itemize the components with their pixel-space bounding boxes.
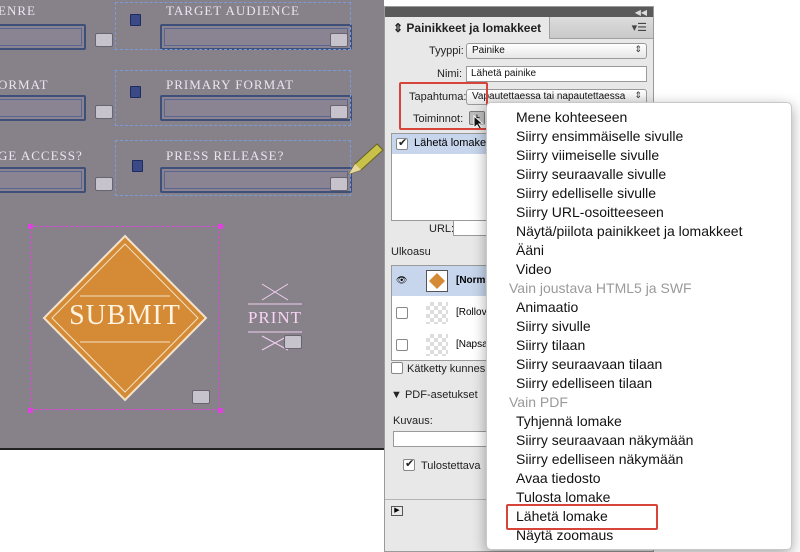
menu-item[interactable]: Siirry URL-osoitteeseen	[516, 203, 664, 222]
actions-dropdown-menu[interactable]: Mene kohteeseen Siirry ensimmäiselle siv…	[486, 102, 792, 550]
highlight-box	[506, 504, 658, 530]
triangle-down-icon: ▼	[391, 389, 402, 401]
menu-section-header: Vain joustava HTML5 ja SWF	[509, 280, 692, 296]
menu-item[interactable]: Siirry seuraavalle sivulle	[516, 165, 666, 184]
menu-item[interactable]: Siirry tilaan	[516, 336, 585, 355]
state-thumbnail	[426, 334, 448, 356]
printable-label: Tulostettava	[421, 460, 481, 472]
resize-handle	[218, 408, 223, 413]
field-tag-icon	[95, 33, 113, 47]
menu-item[interactable]: Animaatio	[516, 298, 578, 317]
pdf-section-label: PDF-asetukset	[404, 389, 478, 401]
menu-item[interactable]: Siirry sivulle	[516, 317, 591, 336]
document-canvas[interactable]: ENRE TARGET AUDIENCE ORMAT PRIMARY FORMA…	[0, 0, 384, 450]
menu-item[interactable]: Tyhjennä lomake	[516, 412, 622, 431]
preview-icon[interactable]: ▶	[391, 506, 403, 516]
action-row[interactable]: Lähetä lomake	[392, 134, 490, 154]
panel-menu-icon[interactable]: ▾☰	[632, 21, 647, 34]
field-tag-icon	[284, 335, 302, 349]
form-field[interactable]	[0, 24, 86, 50]
menu-item[interactable]: Siirry edelliselle sivulle	[516, 184, 656, 203]
field-tag-icon	[192, 390, 210, 404]
canvas-edge	[0, 448, 384, 450]
type-select[interactable]: Painike ⇕	[466, 43, 647, 59]
menu-item[interactable]: Siirry seuraavaan tilaan	[516, 355, 662, 374]
submit-label: SUBMIT	[69, 300, 181, 331]
collapse-icon[interactable]: ◀◀	[635, 8, 647, 17]
canvas-header-access: GE ACCESS?	[0, 148, 83, 163]
menu-item[interactable]: Siirry ensimmäiselle sivulle	[516, 127, 683, 146]
state-checkbox[interactable]	[396, 339, 408, 351]
panel-tab-buttons-forms[interactable]: ⇕ Painikkeet ja lomakkeet	[385, 17, 551, 39]
resize-handle	[218, 224, 223, 229]
updown-icon: ⇕	[634, 90, 642, 100]
state-label: [Napsa	[456, 339, 488, 350]
action-checkbox[interactable]	[396, 136, 408, 150]
name-label: Nimi:	[437, 68, 463, 80]
menu-item[interactable]: Ääni	[516, 241, 544, 260]
pdf-section-toggle[interactable]: ▼ PDF-asetukset	[391, 389, 478, 401]
state-thumbnail	[426, 270, 448, 292]
resize-handle	[28, 408, 33, 413]
menu-item[interactable]: Video	[516, 260, 552, 279]
selection-outline	[115, 70, 351, 126]
menu-item[interactable]: Siirry seuraavaan näkymään	[516, 431, 693, 450]
menu-item[interactable]: Avaa tiedosto	[516, 469, 601, 488]
field-tag-icon	[95, 105, 113, 119]
action-item-label: Lähetä lomake	[414, 137, 487, 149]
field-tag-icon	[95, 177, 113, 191]
selection-outline	[115, 140, 351, 196]
url-label: URL:	[429, 223, 455, 235]
form-field[interactable]	[0, 95, 86, 121]
panel-collapse-bar[interactable]: ◀◀	[385, 7, 653, 17]
hidden-checkbox[interactable]	[391, 362, 403, 374]
eye-icon: 👁	[396, 275, 408, 285]
actions-list[interactable]: Lähetä lomake	[391, 133, 491, 221]
description-label: Kuvaus:	[393, 415, 433, 427]
menu-item[interactable]: Siirry viimeiselle sivulle	[516, 146, 659, 165]
hidden-label: Kätketty kunnes li	[407, 363, 494, 375]
name-input[interactable]: Lähetä painike	[466, 66, 647, 82]
appearance-label: Ulkoasu	[391, 246, 431, 258]
panel-title: Painikkeet ja lomakkeet	[406, 21, 542, 35]
pencil-icon	[347, 143, 384, 175]
menu-item[interactable]: Siirry edelliseen näkymään	[516, 450, 683, 469]
chevron-icon: ⇕	[393, 21, 404, 35]
highlight-box	[399, 82, 488, 130]
menu-section-header: Vain PDF	[509, 394, 568, 410]
menu-item[interactable]: Siirry edelliseen tilaan	[516, 374, 652, 393]
url-input[interactable]	[453, 220, 487, 236]
menu-item[interactable]: Näytä/piilota painikkeet ja lomakkeet	[516, 222, 742, 241]
selection-outline	[115, 2, 351, 50]
menu-item[interactable]: Mene kohteeseen	[516, 108, 627, 127]
event-value: Vapautettaessa tai napautettaessa	[472, 91, 626, 102]
state-row-rollover[interactable]: [Rollov	[392, 298, 490, 328]
state-checkbox[interactable]	[396, 307, 408, 319]
state-label: [Norm	[456, 275, 486, 286]
print-button[interactable]: PRINT	[244, 308, 306, 328]
type-value: Painike	[472, 45, 505, 56]
type-label: Tyyppi:	[429, 45, 464, 57]
canvas-header-format: ORMAT	[0, 77, 49, 92]
state-thumbnail	[426, 302, 448, 324]
resize-handle	[28, 224, 33, 229]
appearance-states-list[interactable]: 👁 [Norm [Rollov [Napsa	[391, 265, 491, 361]
updown-icon: ⇕	[634, 44, 642, 54]
canvas-header-genre: ENRE	[0, 3, 36, 18]
state-row-normal[interactable]: 👁 [Norm	[392, 266, 490, 296]
state-row-click[interactable]: [Napsa	[392, 330, 490, 360]
state-label: [Rollov	[456, 307, 487, 318]
description-input[interactable]	[393, 431, 489, 447]
form-field[interactable]	[0, 167, 86, 193]
printable-checkbox[interactable]	[403, 457, 415, 471]
